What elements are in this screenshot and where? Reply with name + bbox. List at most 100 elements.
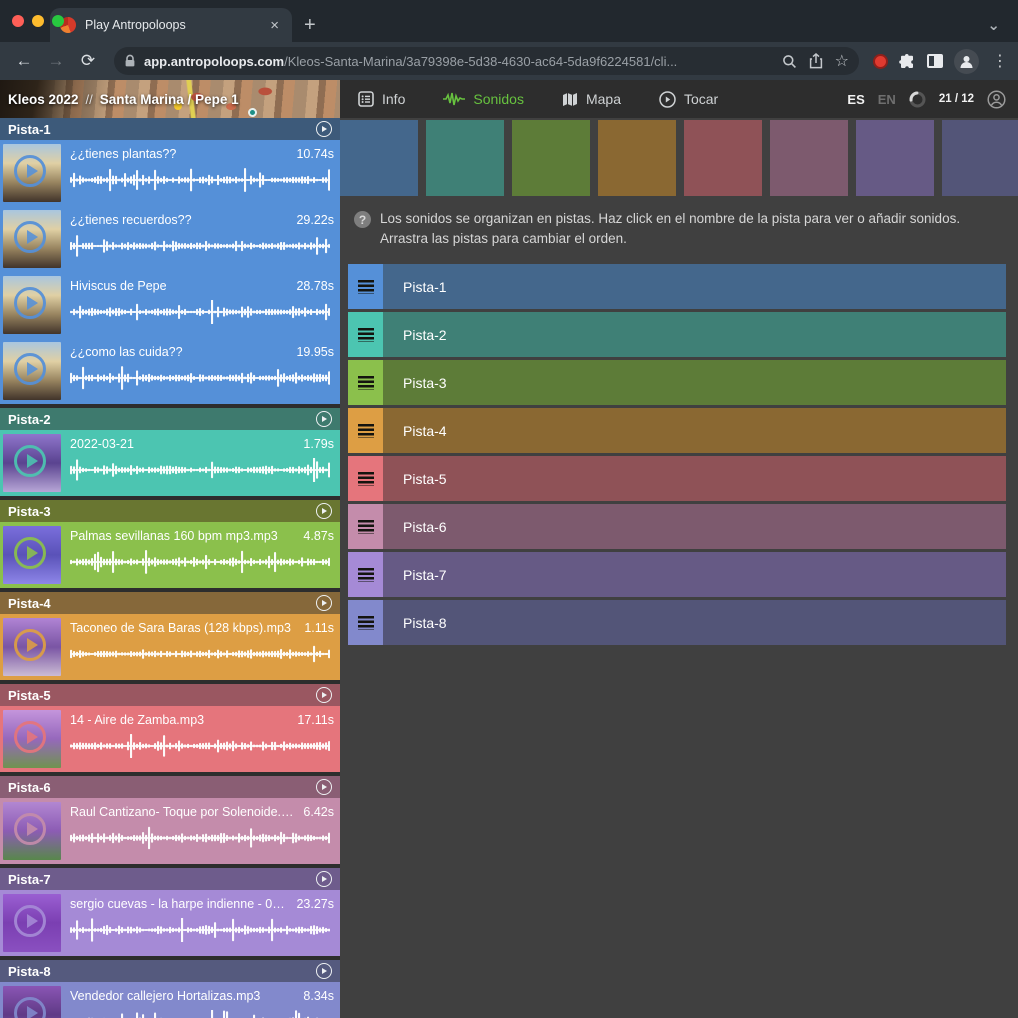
clip-play-icon[interactable] <box>14 905 46 937</box>
drag-handle[interactable] <box>348 552 383 597</box>
clip-row[interactable]: 2022-03-211.79s <box>0 430 340 496</box>
track-play-button[interactable] <box>316 871 332 887</box>
clip-play-icon[interactable] <box>14 537 46 569</box>
back-button[interactable]: ← <box>10 47 38 75</box>
clip-play-icon[interactable] <box>14 445 46 477</box>
extensions-puzzle-icon[interactable] <box>899 53 916 70</box>
track-row-body[interactable]: Pista-6 <box>383 504 1006 549</box>
track-header[interactable]: Pista-5 <box>0 684 340 706</box>
clip-play-icon[interactable] <box>14 721 46 753</box>
track-row[interactable]: Pista-2 <box>348 312 1006 357</box>
clip-row[interactable]: Raul Cantizano- Toque por Solenoide.mp36… <box>0 798 340 864</box>
track-play-button[interactable] <box>316 411 332 427</box>
reload-button[interactable]: ⟳ <box>74 47 102 75</box>
clip-row[interactable]: ¿¿como las cuida??19.95s <box>0 338 340 404</box>
track-play-button[interactable] <box>316 121 332 137</box>
clip-row[interactable]: ¿¿tienes plantas??10.74s <box>0 140 340 206</box>
close-window-button[interactable] <box>12 15 24 27</box>
clip-title-row: ¿¿como las cuida??19.95s <box>70 345 334 359</box>
zoom-search-icon[interactable] <box>782 54 797 69</box>
track-header[interactable]: Pista-1 <box>0 118 340 140</box>
clip-play-icon[interactable] <box>14 155 46 187</box>
clip-body: Palmas sevillanas 160 bpm mp3.mp34.87s <box>61 522 340 588</box>
track-row-body[interactable]: Pista-2 <box>383 312 1006 357</box>
breadcrumb-remix[interactable]: Santa Marina / Pepe 1 <box>100 92 239 107</box>
track-header[interactable]: Pista-6 <box>0 776 340 798</box>
track-row[interactable]: Pista-8 <box>348 600 1006 645</box>
track-header[interactable]: Pista-2 <box>0 408 340 430</box>
drag-handle[interactable] <box>348 504 383 549</box>
clip-row[interactable]: ¿¿tienes recuerdos??29.22s <box>0 206 340 272</box>
clip-row[interactable]: Vendedor callejero Hortalizas.mp38.34s <box>0 982 340 1018</box>
account-icon[interactable] <box>987 90 1006 109</box>
clip-play-icon[interactable] <box>14 813 46 845</box>
track-play-button[interactable] <box>316 963 332 979</box>
drag-handle[interactable] <box>348 600 383 645</box>
record-extension-icon[interactable] <box>873 54 888 69</box>
clip-play-icon[interactable] <box>14 997 46 1018</box>
clip-play-icon[interactable] <box>14 287 46 319</box>
minimize-window-button[interactable] <box>32 15 44 27</box>
tab-search-chevron-icon[interactable]: ⌄ <box>987 16 1000 34</box>
tab-title: Play Antropoloops <box>85 18 267 32</box>
track-row[interactable]: Pista-1 <box>348 264 1006 309</box>
track-row-body[interactable]: Pista-5 <box>383 456 1006 501</box>
new-tab-button[interactable]: + <box>304 14 316 37</box>
track-row-body[interactable]: Pista-3 <box>383 360 1006 405</box>
lang-es-button[interactable]: ES <box>847 92 864 107</box>
clip-play-icon[interactable] <box>14 221 46 253</box>
track-name: Pista-8 <box>8 964 316 979</box>
nav-tab-info[interactable]: Info <box>358 91 405 107</box>
breadcrumb-project[interactable]: Kleos 2022 <box>8 92 79 107</box>
address-bar[interactable]: app.antropoloops.com/Kleos-Santa-Marina/… <box>114 47 859 75</box>
clip-row[interactable]: Hiviscus de Pepe28.78s <box>0 272 340 338</box>
track-header[interactable]: Pista-8 <box>0 960 340 982</box>
clip-row[interactable]: Palmas sevillanas 160 bpm mp3.mp34.87s <box>0 522 340 588</box>
share-icon[interactable] <box>809 53 823 69</box>
clip-thumbnail <box>3 144 61 202</box>
track-row[interactable]: Pista-7 <box>348 552 1006 597</box>
track-row[interactable]: Pista-6 <box>348 504 1006 549</box>
lang-en-button[interactable]: EN <box>878 92 896 107</box>
nav-tab-mapa[interactable]: Mapa <box>562 91 621 107</box>
side-panel-icon[interactable] <box>927 54 943 68</box>
clip-play-icon[interactable] <box>14 353 46 385</box>
drag-handle[interactable] <box>348 264 383 309</box>
track-play-button[interactable] <box>316 687 332 703</box>
track-row-body[interactable]: Pista-1 <box>383 264 1006 309</box>
track-row[interactable]: Pista-5 <box>348 456 1006 501</box>
forward-button[interactable]: → <box>42 47 70 75</box>
track-row-body[interactable]: Pista-8 <box>383 600 1006 645</box>
clip-play-icon[interactable] <box>14 629 46 661</box>
drag-handle[interactable] <box>348 408 383 453</box>
drag-handle[interactable] <box>348 360 383 405</box>
bookmark-star-icon[interactable]: ☆ <box>835 51 849 71</box>
nav-tab-sonidos[interactable]: Sonidos <box>443 91 524 107</box>
track-header[interactable]: Pista-4 <box>0 592 340 614</box>
clip-row[interactable]: 14 - Aire de Zamba.mp317.11s <box>0 706 340 772</box>
clip-row[interactable]: Taconeo de Sara Baras (128 kbps).mp31.11… <box>0 614 340 680</box>
browser-menu-icon[interactable]: ⋮ <box>992 51 1008 71</box>
tab-strip: Play Antropoloops × + ⌄ <box>0 0 1018 42</box>
header-right-controls: ES EN 21 / 12 <box>847 80 1018 118</box>
clip-duration: 4.87s <box>303 529 334 543</box>
track-header[interactable]: Pista-3 <box>0 500 340 522</box>
browser-tab[interactable]: Play Antropoloops × <box>50 8 292 42</box>
track-row[interactable]: Pista-3 <box>348 360 1006 405</box>
track-row-label: Pista-1 <box>403 279 447 295</box>
track-play-button[interactable] <box>316 779 332 795</box>
track-header[interactable]: Pista-7 <box>0 868 340 890</box>
nav-tab-tocar[interactable]: Tocar <box>659 91 718 108</box>
drag-handle[interactable] <box>348 312 383 357</box>
drag-handle[interactable] <box>348 456 383 501</box>
track-play-button[interactable] <box>316 503 332 519</box>
color-swatch <box>426 120 504 196</box>
track-row[interactable]: Pista-4 <box>348 408 1006 453</box>
track-play-button[interactable] <box>316 595 332 611</box>
maximize-window-button[interactable] <box>52 15 64 27</box>
profile-avatar[interactable] <box>954 49 979 74</box>
clip-row[interactable]: sergio cuevas - la harpe indienne - 03 -… <box>0 890 340 956</box>
track-row-body[interactable]: Pista-7 <box>383 552 1006 597</box>
tab-close-icon[interactable]: × <box>267 17 282 34</box>
track-row-body[interactable]: Pista-4 <box>383 408 1006 453</box>
